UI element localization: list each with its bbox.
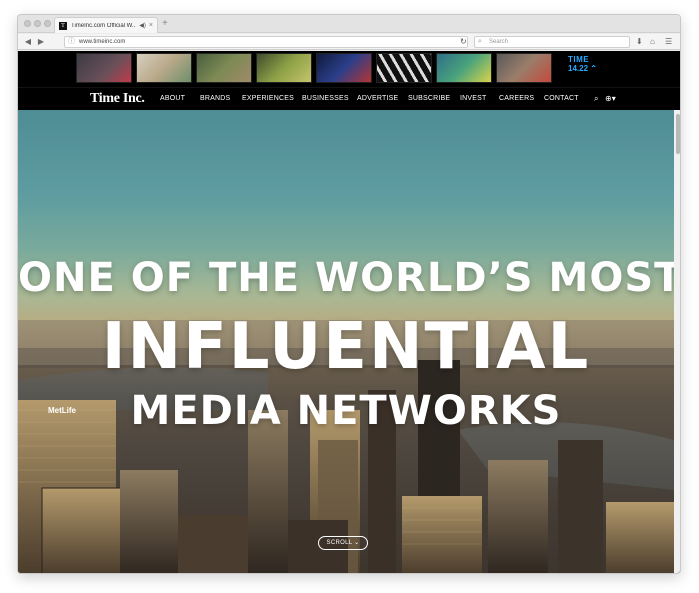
site-info-icon[interactable]: ⓘ (68, 37, 75, 47)
reload-icon[interactable]: ↻ (460, 37, 467, 46)
chevron-down-icon: ⌄ (354, 540, 360, 546)
new-tab-button[interactable]: + (162, 18, 168, 30)
search-bar-icon: ⌕ (478, 38, 482, 45)
time-brand-label: TIME (568, 55, 590, 64)
main-navigation: Time Inc. ABOUT BRANDS EXPERIENCES BUSIN… (18, 87, 680, 110)
back-button[interactable]: ◀ (22, 36, 34, 48)
nav-item-brands[interactable]: BRANDS (200, 95, 230, 102)
thumbnail-4[interactable] (256, 53, 312, 83)
nav-item-careers[interactable]: CAREERS (499, 95, 534, 102)
nav-item-subscribe[interactable]: SUBSCRIBE (408, 95, 450, 102)
favicon-icon: T (59, 21, 67, 30)
hero-headline-line2: INFLUENTIAL (101, 310, 591, 384)
close-window-button[interactable] (24, 20, 31, 27)
page-scrollbar[interactable] (674, 110, 680, 573)
thumbnail-2[interactable] (136, 53, 192, 83)
search-icon[interactable]: ⌕ (594, 94, 598, 104)
nav-item-advertise[interactable]: ADVERTISE (357, 95, 398, 102)
thumbnail-1[interactable] (76, 53, 132, 83)
hero-headline-line1: ONE OF THE WORLD’S MOST (18, 255, 674, 301)
nav-item-contact[interactable]: CONTACT (544, 95, 579, 102)
nav-item-invest[interactable]: INVEST (460, 95, 486, 102)
browser-tab[interactable]: T TimeInc.com Official W... ◀) × (54, 17, 158, 33)
browser-toolbar: ◀ ▶ ⓘ www.timeinc.com ↻ ⌕ Search ⬇ ⌂ ☰ (18, 34, 680, 50)
scroll-label: SCROLL (326, 540, 353, 546)
trend-up-icon: ⌃ (590, 64, 597, 73)
menu-icon[interactable]: ☰ (665, 37, 672, 46)
url-text: www.timeinc.com (79, 39, 126, 45)
nav-item-experiences[interactable]: EXPERIENCES (242, 95, 294, 102)
tab-title: TimeInc.com Official W... (71, 22, 137, 29)
thumbnail-6[interactable] (376, 53, 432, 83)
thumbnail-3[interactable] (196, 53, 252, 83)
tab-bar: T TimeInc.com Official W... ◀) × + (18, 15, 680, 33)
nav-item-businesses[interactable]: BUSINESSES (302, 95, 349, 102)
time-value: 14.22 ⌃ (568, 64, 597, 73)
site-logo[interactable]: Time Inc. (90, 91, 145, 107)
zoom-window-button[interactable] (44, 20, 51, 27)
search-placeholder: Search (489, 39, 509, 45)
thumbnail-7[interactable] (436, 53, 492, 83)
thumbnail-5[interactable] (316, 53, 372, 83)
home-icon[interactable]: ⌂ (650, 37, 655, 46)
speaker-icon[interactable]: ◀) (139, 22, 146, 29)
thumbnail-8[interactable] (496, 53, 552, 83)
time-widget[interactable]: TIME 14.22 ⌃ (568, 55, 616, 81)
hero-headline-line3: MEDIA NETWORKS (130, 388, 562, 434)
address-bar[interactable]: ⓘ www.timeinc.com (64, 36, 468, 48)
browser-window: T TimeInc.com Official W... ◀) × + ◀ ▶ ⓘ… (17, 14, 681, 574)
scroll-button[interactable]: SCROLL ⌄ (318, 536, 368, 550)
globe-icon[interactable]: ⊕▾ (605, 94, 616, 103)
forward-button[interactable]: ▶ (35, 36, 47, 48)
nav-item-about[interactable]: ABOUT (160, 95, 185, 102)
web-page: TIME 14.22 ⌃ Time Inc. ABOUT BRANDS EXPE… (18, 51, 680, 573)
search-bar[interactable]: ⌕ Search (474, 36, 630, 48)
hero-section: MetLife ONE OF THE WORLD’S MOST INFLUENT… (18, 110, 674, 573)
download-icon[interactable]: ⬇ (636, 37, 643, 46)
scrollbar-thumb[interactable] (676, 114, 680, 154)
minimize-window-button[interactable] (34, 20, 41, 27)
video-thumbnail-strip: TIME 14.22 ⌃ (18, 51, 680, 87)
close-tab-icon[interactable]: × (149, 22, 153, 29)
